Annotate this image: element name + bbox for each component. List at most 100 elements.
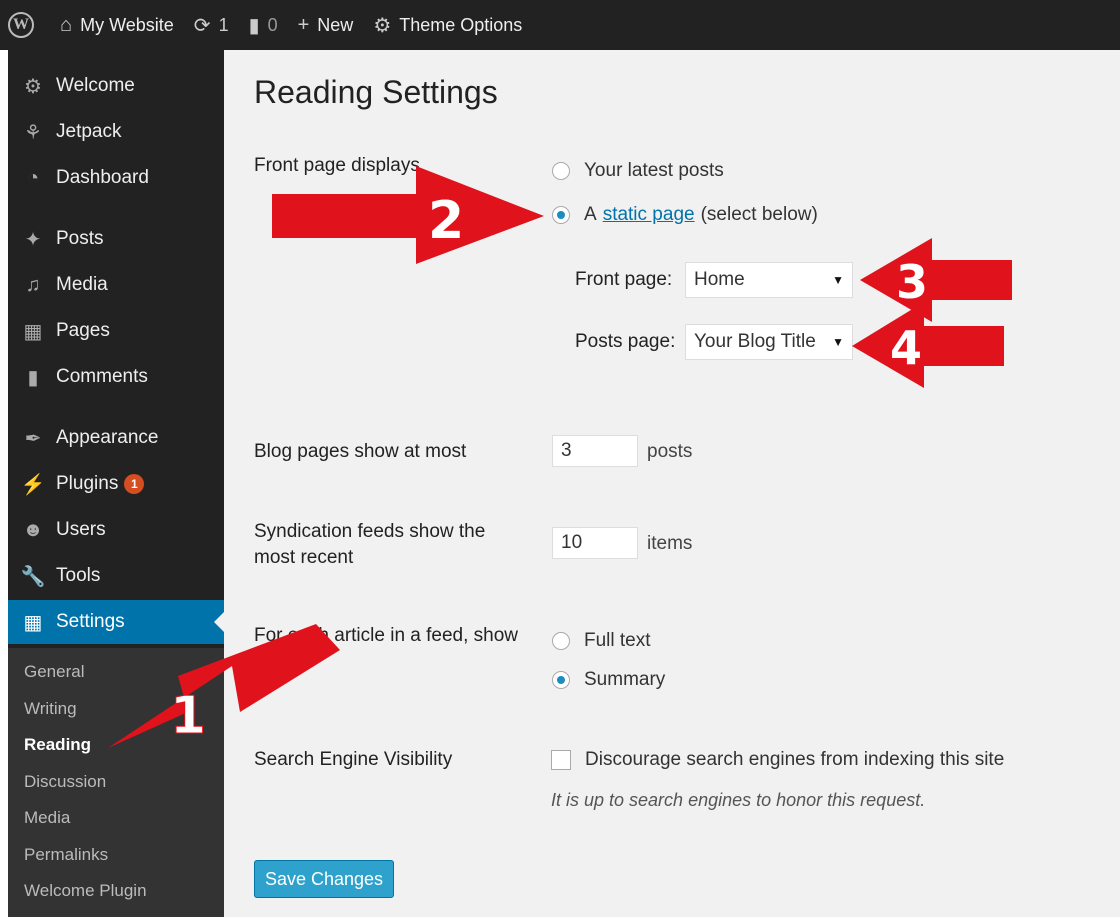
sidebar-item-jetpack[interactable]: ⚘ Jetpack — [8, 110, 224, 154]
page-title: Reading Settings — [254, 74, 498, 110]
sidebar-item-label: Comments — [56, 366, 148, 387]
sidebar-item-media[interactable]: ♫ Media — [8, 263, 224, 307]
sidebar-item-label: Jetpack — [56, 121, 122, 142]
submenu-item-general[interactable]: General — [24, 662, 84, 682]
posts-page-select-value: Your Blog Title — [694, 331, 816, 352]
sidebar-item-label: Users — [56, 519, 106, 540]
chevron-down-icon: ▼ — [832, 273, 844, 287]
settings-submenu: General Writing Reading Discussion Media… — [8, 648, 224, 917]
option-latest-posts[interactable]: Your latest posts — [552, 160, 724, 182]
pin-icon: ✦ — [24, 228, 42, 251]
main-content: Reading Settings Front page displays You… — [224, 50, 1120, 917]
radio-static-page[interactable] — [552, 206, 570, 224]
sidebar-item-label: Settings — [56, 611, 125, 632]
static-page-link[interactable]: static page — [603, 204, 695, 226]
updates-count: 1 — [218, 14, 229, 35]
gear-icon: ⚙ — [373, 14, 392, 37]
sidebar-item-tools[interactable]: 🔧 Tools — [8, 554, 224, 598]
option-summary[interactable]: Summary — [552, 669, 665, 691]
user-icon: ☻ — [22, 518, 44, 541]
option-static-page[interactable]: A static page (select below) — [552, 204, 818, 226]
sidebar-item-welcome[interactable]: ⚙ Welcome — [8, 64, 224, 108]
admin-sidebar: ⚙ Welcome ⚘ Jetpack ◔ Dashboard ✦ Posts … — [8, 50, 224, 917]
submenu-item-welcome-plugin[interactable]: Welcome Plugin — [24, 881, 147, 901]
option-summary-label: Summary — [584, 669, 666, 690]
front-page-select[interactable]: Home ▼ — [685, 262, 853, 298]
gear-icon: ⚙ — [24, 75, 42, 98]
radio-latest-posts[interactable] — [552, 162, 570, 180]
posts-page-select-label: Posts page: — [575, 331, 676, 352]
discourage-search-option[interactable]: Discourage search engines from indexing … — [551, 749, 1004, 771]
sidebar-item-posts[interactable]: ✦ Posts — [8, 217, 224, 261]
blog-pages-suffix: posts — [647, 441, 693, 462]
site-name-label: My Website — [80, 14, 174, 35]
sidebar-item-label: Plugins — [56, 473, 119, 494]
brush-icon: ✒ — [24, 427, 42, 450]
front-page-displays-label: Front page displays — [254, 155, 420, 176]
submenu-item-permalinks[interactable]: Permalinks — [24, 845, 108, 865]
new-content-link[interactable]: + New — [298, 14, 354, 37]
option-latest-posts-label: Your latest posts — [584, 160, 724, 181]
sidebar-item-comments[interactable]: ▮ Comments — [8, 355, 224, 399]
sidebar-item-dashboard[interactable]: ◔ Dashboard — [8, 156, 224, 200]
search-visibility-label: Search Engine Visibility — [254, 749, 453, 770]
sidebar-item-settings[interactable]: ▦ Settings — [8, 600, 224, 644]
comments-count: 0 — [267, 14, 278, 35]
wordpress-logo-icon[interactable]: W — [8, 12, 34, 38]
radio-summary[interactable] — [552, 671, 570, 689]
radio-full-text[interactable] — [552, 632, 570, 650]
dashboard-icon: ◔ — [26, 166, 40, 189]
sidebar-item-label: Welcome — [56, 75, 135, 96]
chevron-down-icon: ▼ — [832, 335, 844, 349]
submenu-item-discussion[interactable]: Discussion — [24, 772, 106, 792]
wrench-icon: 🔧 — [20, 565, 46, 588]
feed-article-label: For each article in a feed, show — [254, 625, 519, 646]
sidebar-item-label: Dashboard — [56, 167, 149, 188]
sidebar-item-appearance[interactable]: ✒ Appearance — [8, 416, 224, 460]
front-page-select-label: Front page: — [575, 269, 673, 290]
blog-pages-label: Blog pages show at most — [254, 441, 467, 462]
sidebar-item-label: Media — [56, 274, 108, 295]
theme-options-link[interactable]: ⚙ Theme Options — [373, 13, 522, 38]
front-page-select-value: Home — [694, 269, 745, 290]
option-full-text-label: Full text — [584, 630, 651, 651]
sidebar-item-label: Pages — [56, 320, 110, 341]
syndication-label-line1: Syndication feeds show the — [254, 521, 486, 542]
updates-link[interactable]: ⟳ 1 — [194, 13, 229, 38]
sidebar-item-label: Posts — [56, 228, 104, 249]
settings-icon: ▦ — [23, 611, 43, 634]
search-visibility-description: It is up to search engines to honor this… — [551, 790, 926, 810]
submenu-item-media[interactable]: Media — [24, 808, 70, 828]
syndication-label-line2: most recent — [254, 547, 354, 568]
media-icon: ♫ — [25, 273, 41, 296]
submenu-item-reading[interactable]: Reading — [24, 735, 91, 755]
syndication-input[interactable]: 10 — [552, 527, 638, 559]
plugin-icon: ⚡ — [20, 473, 46, 496]
refresh-icon: ⟳ — [193, 14, 211, 37]
save-changes-button[interactable]: Save Changes — [254, 860, 394, 898]
comment-icon: ▮ — [248, 14, 260, 37]
sidebar-item-users[interactable]: ☻ Users — [8, 508, 224, 552]
comments-link[interactable]: ▮ 0 — [249, 13, 278, 38]
admin-bar: W ⌂ My Website ⟳ 1 ▮ 0 + New ⚙ Theme Opt… — [0, 0, 1120, 50]
jetpack-icon: ⚘ — [24, 121, 42, 144]
submenu-item-writing[interactable]: Writing — [24, 699, 77, 719]
sidebar-item-plugins[interactable]: ⚡ Plugins 1 — [8, 462, 224, 506]
site-name-link[interactable]: ⌂ My Website — [60, 14, 174, 37]
plus-icon: + — [297, 13, 310, 36]
option-static-suffix: (select below) — [700, 204, 818, 225]
syndication-suffix: items — [647, 533, 693, 554]
sidebar-item-pages[interactable]: ▦ Pages — [8, 309, 224, 353]
plugins-update-badge: 1 — [124, 474, 145, 494]
theme-options-label: Theme Options — [399, 14, 523, 35]
option-full-text[interactable]: Full text — [552, 630, 651, 652]
home-icon: ⌂ — [60, 13, 73, 36]
sidebar-item-label: Tools — [56, 565, 101, 586]
comment-icon: ▮ — [27, 366, 39, 389]
posts-page-select[interactable]: Your Blog Title ▼ — [685, 324, 853, 360]
new-label: New — [317, 14, 354, 35]
blog-pages-input[interactable]: 3 — [552, 435, 638, 467]
discourage-search-checkbox[interactable] — [551, 750, 571, 770]
discourage-search-label: Discourage search engines from indexing … — [585, 749, 1005, 770]
pages-icon: ▦ — [23, 320, 43, 343]
